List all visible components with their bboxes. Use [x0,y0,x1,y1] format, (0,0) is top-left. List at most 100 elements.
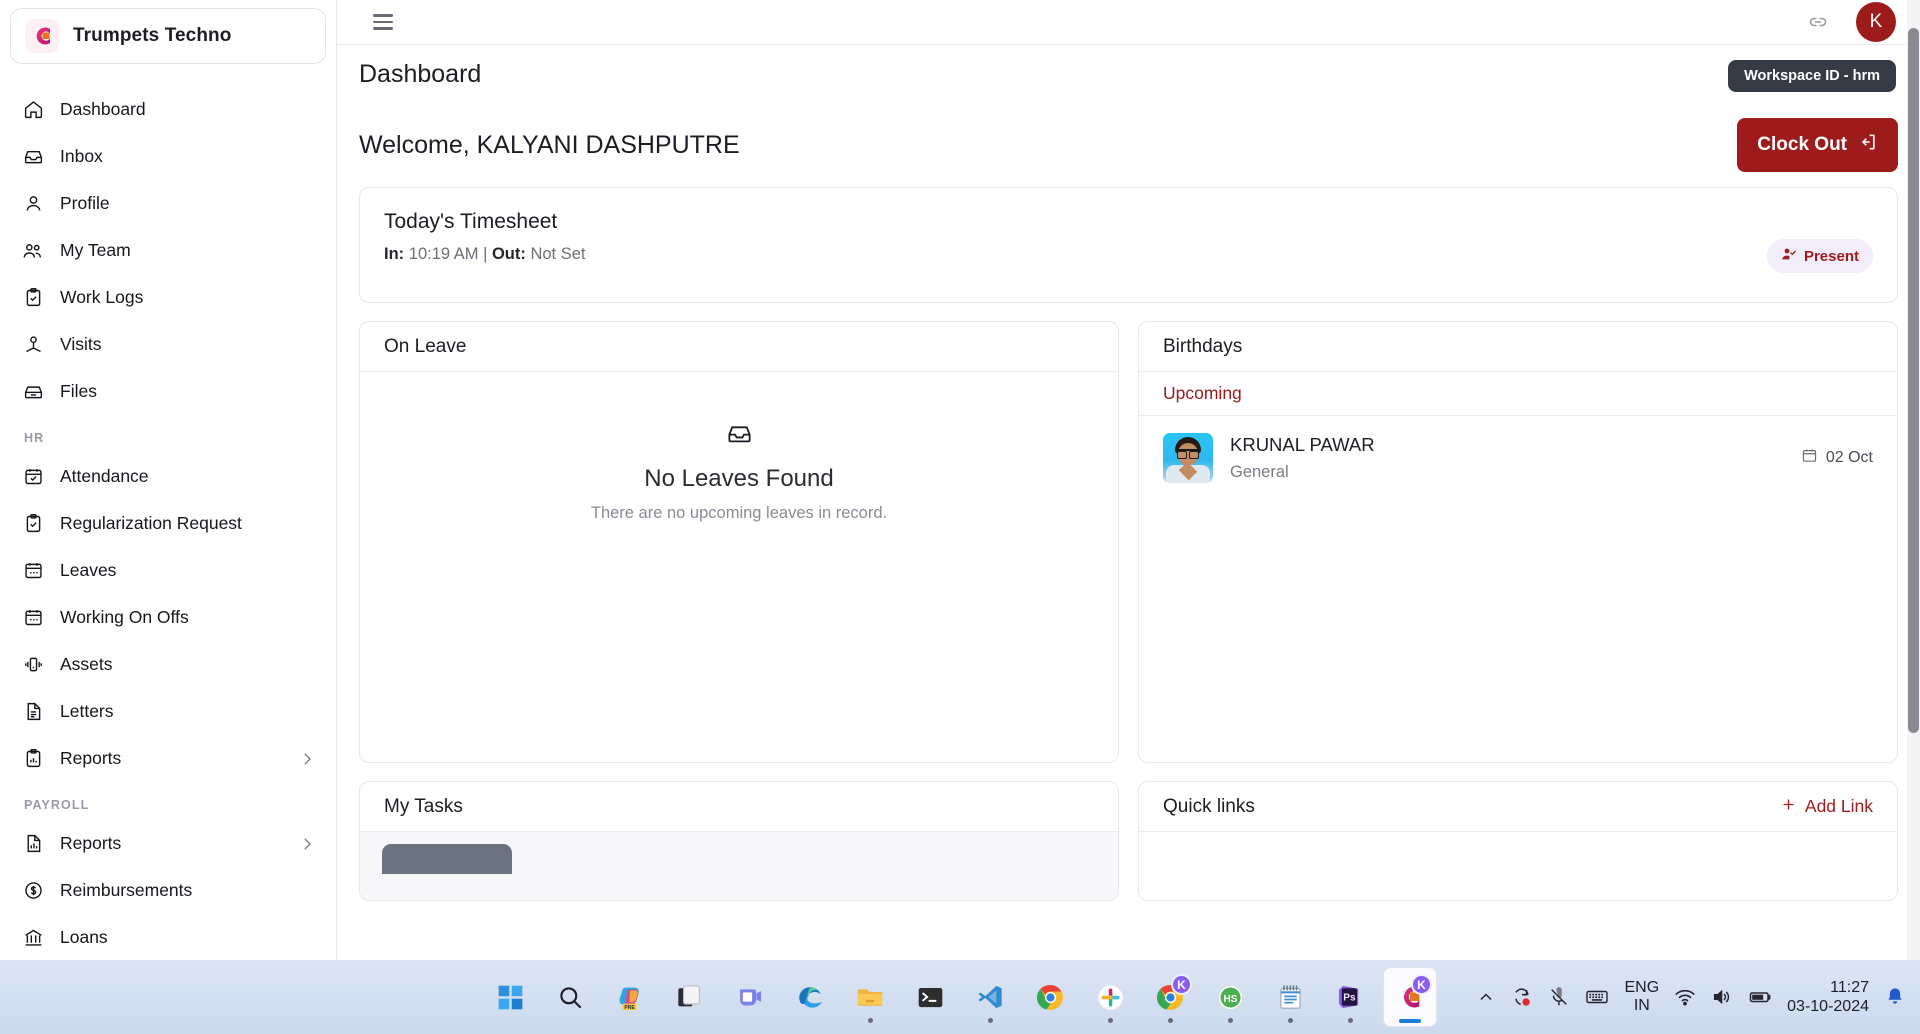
logout-arrow-icon [1858,132,1878,158]
inbox-icon [22,146,44,168]
clock-out-button[interactable]: Clock Out [1737,118,1898,172]
slack-button[interactable] [1084,968,1136,1026]
hamburger-icon[interactable] [369,10,397,34]
wifi-icon[interactable] [1674,986,1696,1008]
sidebar-item-hr-reports[interactable]: Reports [0,735,336,782]
sidebar-item-payroll-reports[interactable]: Reports [0,820,336,867]
file-explorer-button[interactable] [844,968,896,1026]
start-button[interactable] [484,968,536,1026]
on-leave-empty-state: No Leaves Found There are no upcoming le… [360,372,1118,762]
sidebar-item-leaves[interactable]: Leaves [0,547,336,594]
taskbar-search-button[interactable] [544,968,596,1026]
language-indicator[interactable]: ENG IN [1624,979,1659,1015]
sidebar-item-files[interactable]: Files [0,368,336,415]
sidebar-item-label: Working On Offs [60,607,189,627]
chrome-button[interactable] [1024,968,1076,1026]
clipboard-check-icon [22,287,44,309]
svg-text:HS: HS [1223,993,1237,1004]
edge-button[interactable] [784,968,836,1026]
sidebar-item-inbox[interactable]: Inbox [0,133,336,180]
dollar-circle-icon [22,880,44,902]
dashboard-grid: On Leave No Leaves Found There are no up… [359,321,1898,763]
sidebar-item-assets[interactable]: Assets [0,641,336,688]
svg-text:Ps: Ps [1343,993,1356,1004]
chrome-profile-k-button[interactable]: K [1144,968,1196,1026]
teams-button[interactable] [724,968,776,1026]
add-link-button[interactable]: Add Link [1780,796,1873,818]
bottom-cards-row: My Tasks Quick links Add Link [359,781,1898,901]
mic-muted-icon[interactable] [1548,986,1570,1008]
terminal-button[interactable] [904,968,956,1026]
sidebar-item-visits[interactable]: Visits [0,321,336,368]
sidebar-item-reimbursements[interactable]: Reimbursements [0,867,336,914]
avatar[interactable]: K [1856,2,1896,42]
chevron-up-icon[interactable] [1476,987,1496,1007]
calendar-dots-icon [22,607,44,629]
sidebar-item-working-on-offs[interactable]: Working On Offs [0,594,336,641]
sidebar-item-dashboard[interactable]: Dashboard [0,86,336,133]
system-tray: ENG IN 11:27 03-10-2024 [1476,978,1906,1016]
list-item[interactable]: KRUNAL PAWAR General 02 Oct [1139,416,1897,500]
topbar: K [337,0,1920,45]
workspace-id-badge: Workspace ID - hrm [1728,60,1896,92]
clock[interactable]: 11:27 03-10-2024 [1787,978,1869,1016]
vs-code-button[interactable] [964,968,1016,1026]
link-icon[interactable] [1806,10,1830,34]
birthday-person-info: KRUNAL PAWAR General [1230,434,1375,482]
user-stand-icon [22,334,44,356]
sidebar: Trumpets Techno Dashboard Inbox Profile … [0,0,337,960]
photoshop-button[interactable]: Ps [1324,968,1376,1026]
notepad-button[interactable] [1264,968,1316,1026]
running-indicator [1167,1018,1173,1023]
sidebar-item-label: Assets [60,654,113,674]
task-tab-chip[interactable] [382,844,512,874]
chart-doc-icon [22,833,44,855]
sidebar-item-regularization-request[interactable]: Regularization Request [0,500,336,547]
quick-links-header: Quick links Add Link [1139,782,1897,832]
on-leave-title: On Leave [384,335,467,357]
page-header: Dashboard Workspace ID - hrm [337,45,1920,103]
clock-time: 11:27 [1830,978,1869,996]
hubspot-button[interactable]: HS [1204,968,1256,1026]
tasks-column: My Tasks [359,781,1119,901]
sync-icon[interactable] [1511,986,1533,1008]
birthdays-upcoming-label: Upcoming [1139,372,1897,416]
birthdays-card: Birthdays Upcoming KRUNAL PAWAR General [1138,321,1898,763]
task-view-button[interactable] [664,968,716,1026]
trumpets-app-button[interactable]: K [1384,968,1436,1026]
sidebar-item-profile[interactable]: Profile [0,180,336,227]
calendar-dots-icon [22,560,44,582]
scrollbar-thumb[interactable] [1908,28,1919,733]
sidebar-item-label: My Team [60,240,131,260]
sidebar-item-label: Loans [60,927,108,947]
photoshop-icon: Ps [1331,978,1369,1016]
birthday-date-label: 02 Oct [1825,449,1873,466]
todays-timesheet-card: Today's Timesheet In: 10:19 AM | Out: No… [359,187,1898,303]
files-icon [22,381,44,403]
page-title: Dashboard [359,59,482,88]
time-separator: | [483,245,488,263]
page-scrollbar[interactable] [1907,0,1920,960]
sidebar-item-attendance[interactable]: Attendance [0,453,336,500]
sidebar-item-my-team[interactable]: My Team [0,227,336,274]
app-window: Trumpets Techno Dashboard Inbox Profile … [0,0,1920,1034]
sidebar-item-work-logs[interactable]: Work Logs [0,274,336,321]
calendar-check-icon [22,466,44,488]
copilot-button[interactable]: PRE [604,968,656,1026]
battery-icon[interactable] [1748,985,1772,1009]
volume-icon[interactable] [1711,986,1733,1008]
on-leave-header: On Leave [360,322,1118,372]
my-tasks-card: My Tasks [359,781,1119,901]
document-icon [22,701,44,723]
keyboard-icon[interactable] [1585,985,1609,1009]
sidebar-item-loans[interactable]: Loans [0,914,336,960]
quick-links-title: Quick links [1163,795,1255,817]
main-content: Welcome, KALYANI DASHPUTRE Clock Out Tod… [337,103,1920,960]
brand-header[interactable]: Trumpets Techno [10,8,326,64]
sidebar-item-letters[interactable]: Letters [0,688,336,735]
clock-out-label: Clock Out [1757,134,1847,155]
running-indicator [1227,1018,1233,1023]
bell-icon[interactable] [1884,986,1906,1008]
trumpets-logo-icon: K [1391,974,1432,1016]
sidebar-item-label: Profile [60,193,110,213]
